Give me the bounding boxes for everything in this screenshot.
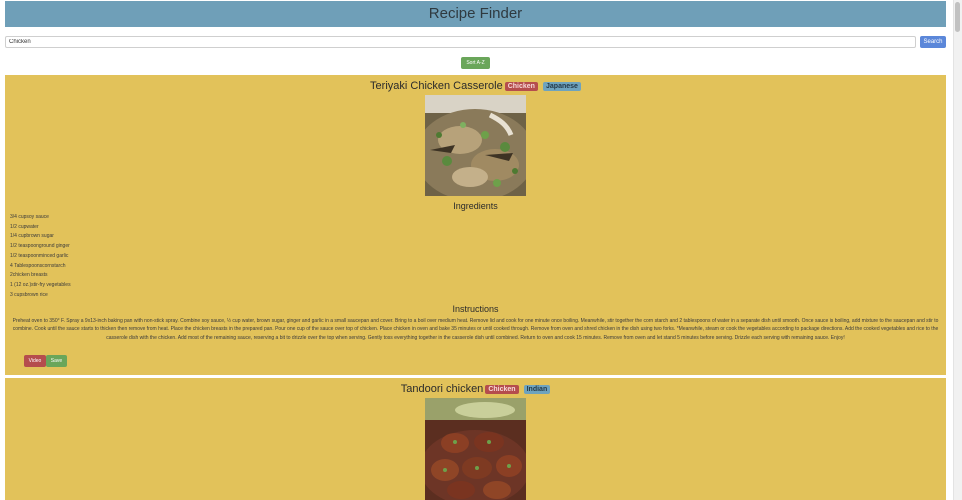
save-button[interactable]: Save: [46, 355, 67, 367]
search-button[interactable]: Search: [920, 36, 946, 48]
recipe-card: Teriyaki Chicken Casserole Chicken Japane…: [5, 75, 946, 375]
ingredient-item: 1/4 cupbrown sugar: [10, 233, 54, 240]
recipe-card: Tandoori chicken Chicken Indian: [5, 378, 946, 500]
cuisine-tag[interactable]: Japanese: [543, 81, 581, 91]
recipe-image: [425, 398, 526, 500]
category-tag[interactable]: Chicken: [485, 384, 519, 394]
search-input[interactable]: [5, 36, 916, 48]
category-tag[interactable]: Chicken: [504, 81, 538, 91]
cuisine-tag[interactable]: Indian: [523, 384, 551, 394]
recipe-title-row: Teriyaki Chicken Casserole Chicken Japane…: [5, 80, 946, 92]
ingredient-item: 1/2 teaspoonground ginger: [10, 243, 70, 250]
page-scrollbar[interactable]: [953, 0, 962, 500]
sort-az-button[interactable]: Sort A-Z: [461, 57, 490, 69]
recipe-title-row: Tandoori chicken Chicken Indian: [5, 383, 946, 395]
ingredient-item: 4 Tablespoonscornstarch: [10, 262, 66, 269]
ingredient-item: 3/4 cupsoy sauce: [10, 214, 49, 220]
scrollbar-thumb[interactable]: [955, 2, 960, 32]
instructions-heading: Instructions: [452, 304, 499, 314]
page: Recipe Finder Search Sort A-Z Teriyaki C…: [0, 0, 962, 500]
recipe-title: Tandoori chicken: [400, 383, 484, 396]
instructions-text: Preheat oven to 350° F. Spray a 9x13-inc…: [12, 318, 939, 341]
video-button[interactable]: Video: [24, 355, 46, 367]
search-bar: Search: [5, 36, 946, 48]
recipe-image: [425, 95, 526, 196]
ingredients-list: 3/4 cupsoy sauce 1/2 cupwater 1/4 cupbro…: [10, 213, 71, 300]
ingredient-item: 1 (12 oz.)stir-fry vegetables: [10, 281, 71, 288]
ingredient-item: 1/2 teaspoonminced garlic: [10, 252, 69, 259]
app-title: Recipe Finder: [428, 5, 523, 22]
recipe-title: Teriyaki Chicken Casserole: [370, 80, 503, 93]
ingredient-item: 1/2 cupwater: [10, 223, 39, 230]
ingredient-item: 2chicken breasts: [10, 272, 48, 279]
ingredient-item: 3 cupsbrown rice: [10, 291, 48, 298]
ingredients-heading: Ingredients: [453, 201, 498, 211]
app-header: Recipe Finder: [5, 1, 946, 27]
